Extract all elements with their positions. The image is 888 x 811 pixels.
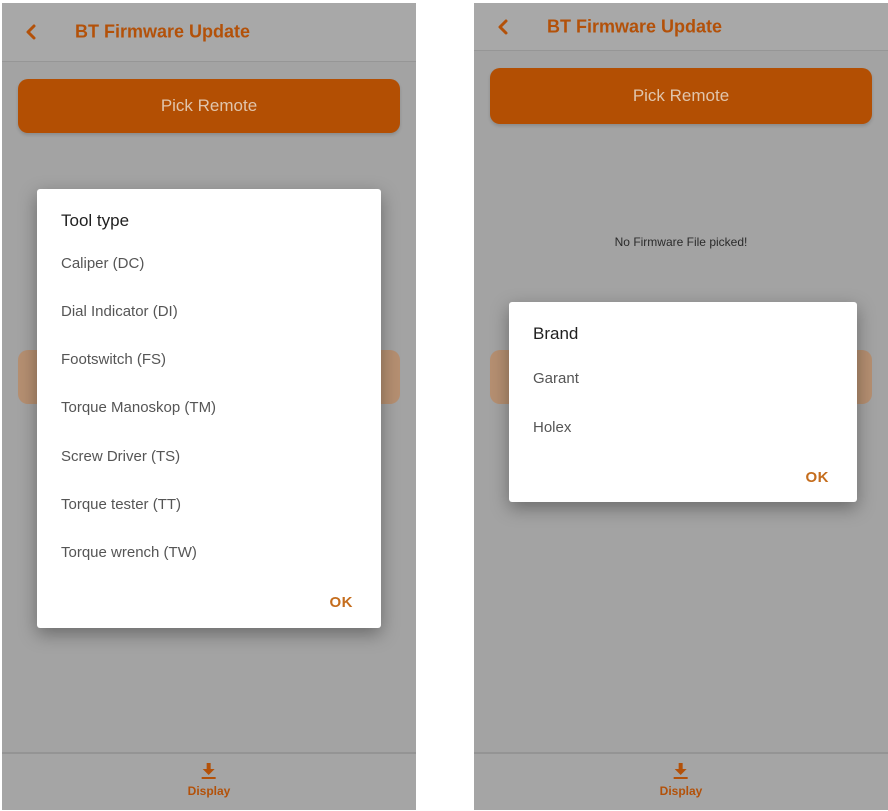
download-icon bbox=[202, 763, 216, 779]
tool-type-dialog: Tool type Caliper (DC) Dial Indicator (D… bbox=[37, 189, 381, 628]
firmware-status-text: No Firmware File picked! bbox=[614, 235, 748, 249]
download-icon bbox=[674, 763, 688, 779]
pick-remote-button[interactable]: Pick Remote bbox=[490, 68, 872, 124]
page-title: BT Firmware Update bbox=[75, 21, 251, 42]
screen-brand: BT Firmware Update Pick Remote No Firmwa… bbox=[474, 3, 888, 810]
brand-dialog: Brand Garant Holex OK bbox=[509, 302, 857, 502]
option-caliper[interactable]: Caliper (DC) bbox=[61, 255, 144, 272]
option-torque-tester[interactable]: Torque tester (TT) bbox=[61, 496, 181, 513]
option-torque-wrench[interactable]: Torque wrench (TW) bbox=[61, 544, 197, 561]
app-bar: BT Firmware Update bbox=[2, 3, 416, 62]
bottom-nav: Display bbox=[2, 752, 416, 810]
option-screw-driver[interactable]: Screw Driver (TS) bbox=[61, 448, 180, 465]
chevron-left-icon[interactable] bbox=[496, 18, 510, 36]
dialog-title: Tool type bbox=[61, 211, 130, 230]
nav-label: Display bbox=[187, 784, 231, 798]
option-holex[interactable]: Holex bbox=[533, 419, 571, 436]
nav-label: Display bbox=[659, 784, 703, 798]
page-title: BT Firmware Update bbox=[547, 16, 723, 36]
bottom-nav: Display bbox=[474, 752, 888, 810]
option-garant[interactable]: Garant bbox=[533, 370, 579, 387]
nav-item-display[interactable]: Display bbox=[659, 762, 703, 798]
dialog-title: Brand bbox=[533, 324, 579, 343]
chevron-left-icon[interactable] bbox=[24, 23, 38, 41]
app-bar: BT Firmware Update bbox=[474, 3, 888, 51]
option-dial-indicator[interactable]: Dial Indicator (DI) bbox=[61, 303, 178, 320]
nav-item-display[interactable]: Display bbox=[187, 762, 231, 798]
ok-button[interactable]: OK bbox=[806, 469, 830, 486]
option-footswitch[interactable]: Footswitch (FS) bbox=[61, 351, 166, 368]
option-torque-manoskop[interactable]: Torque Manoskop (TM) bbox=[61, 399, 216, 416]
ok-button[interactable]: OK bbox=[330, 594, 354, 611]
screen-tool-type: BT Firmware Update Pick Remote Display T… bbox=[2, 3, 416, 810]
pick-remote-button[interactable]: Pick Remote bbox=[18, 79, 400, 133]
